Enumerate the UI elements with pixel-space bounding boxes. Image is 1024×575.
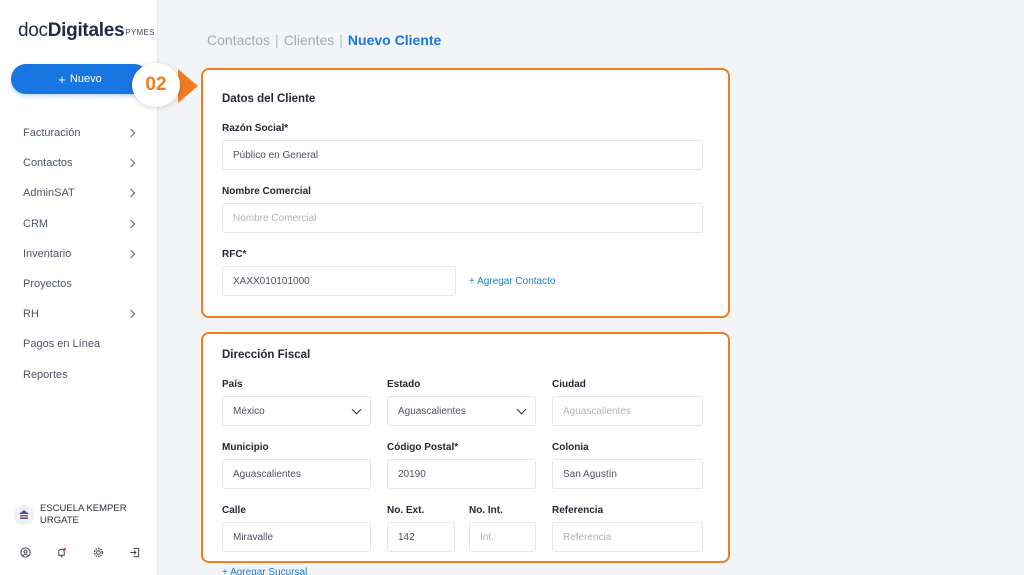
- sidebar-item-reportes[interactable]: Reportes: [0, 360, 158, 390]
- pais-select[interactable]: México: [222, 396, 371, 426]
- razon-social-label: Razón Social*: [222, 123, 289, 134]
- no-ext-input[interactable]: 142: [387, 522, 455, 552]
- add-branch-link[interactable]: + Agregar Sucursal: [222, 567, 307, 575]
- new-button[interactable]: + Nuevo: [11, 64, 149, 94]
- gear-icon[interactable]: [91, 545, 105, 559]
- school-logo-icon: [19, 510, 29, 519]
- bell-icon[interactable]: [55, 545, 69, 559]
- page-title: Nuevo Cliente: [347, 32, 442, 48]
- fiscal-address-title: Dirección Fiscal: [222, 349, 311, 361]
- sidebar-item-adminsat[interactable]: AdminSAT: [0, 178, 158, 208]
- calle-input[interactable]: Miravalle: [222, 522, 371, 552]
- sidebar-item-rh[interactable]: RH: [0, 299, 158, 329]
- colonia-input[interactable]: San Agustín: [552, 459, 703, 489]
- calle-label: Calle: [222, 505, 246, 516]
- no-ext-label: No. Ext.: [387, 505, 425, 516]
- user-profile[interactable]: ESCUELA KEMPER URGATE: [14, 503, 127, 527]
- sidebar-item-contactos[interactable]: Contactos: [0, 148, 158, 178]
- sidebar-item-pagos-en-linea[interactable]: Pagos en Línea: [0, 329, 158, 359]
- avatar: [14, 505, 34, 525]
- fiscal-address-card: Dirección Fiscal País México Estado Agua…: [201, 332, 730, 563]
- user-icon[interactable]: [18, 545, 32, 559]
- codigo-postal-input[interactable]: 20190: [387, 459, 536, 489]
- nombre-comercial-label: Nombre Comercial: [222, 186, 311, 197]
- no-int-input[interactable]: Int.: [469, 522, 536, 552]
- step-badge: 02: [132, 63, 180, 107]
- logout-icon[interactable]: [128, 545, 142, 559]
- step-arrow: [178, 69, 198, 103]
- chevron-right-icon: [126, 249, 136, 259]
- chevron-down-icon: [516, 404, 527, 414]
- add-contact-link[interactable]: + Agregar Contacto: [469, 276, 555, 287]
- sidebar-item-proyectos[interactable]: Proyectos: [0, 269, 158, 299]
- client-data-card: Datos del Cliente Razón Social* Público …: [201, 68, 730, 318]
- breadcrumb-clientes[interactable]: Clientes: [284, 32, 335, 48]
- rfc-label: RFC*: [222, 249, 247, 260]
- referencia-label: Referencia: [552, 505, 604, 516]
- rfc-input[interactable]: XAXX010101000: [222, 266, 456, 296]
- nombre-comercial-input[interactable]: Nombre Comercial: [222, 203, 703, 233]
- razon-social-input[interactable]: Público en General: [222, 140, 703, 170]
- plus-icon: +: [58, 71, 66, 87]
- estado-select[interactable]: Aguascalientes: [387, 396, 536, 426]
- app-logo[interactable]: docDigitalesPYMES: [18, 20, 155, 42]
- breadcrumb-contactos[interactable]: Contactos: [207, 32, 270, 48]
- sidebar-item-crm[interactable]: CRM: [0, 209, 158, 239]
- sidebar-item-facturacion[interactable]: Facturación: [0, 118, 158, 148]
- chevron-right-icon: [126, 128, 136, 138]
- chevron-right-icon: [126, 189, 136, 198]
- chevron-right-icon: [126, 309, 136, 319]
- sidebar-nav: Facturación Contactos AdminSAT CRM Inven…: [0, 118, 158, 390]
- estado-label: Estado: [387, 379, 421, 390]
- ciudad-input[interactable]: Aguascalientes: [552, 396, 703, 426]
- sidebar-item-inventario[interactable]: Inventario: [0, 239, 158, 269]
- no-int-label: No. Int.: [469, 505, 503, 516]
- pais-label: País: [222, 379, 243, 390]
- colonia-label: Colonia: [552, 442, 589, 453]
- ciudad-label: Ciudad: [552, 379, 586, 390]
- new-button-label: Nuevo: [69, 73, 102, 85]
- client-data-title: Datos del Cliente: [222, 93, 316, 105]
- municipio-input[interactable]: Aguascalientes: [222, 459, 371, 489]
- chevron-right-icon: [126, 219, 136, 228]
- chevron-down-icon: [351, 404, 362, 414]
- chevron-right-icon: [126, 159, 136, 168]
- sidebar-footer: [18, 545, 142, 559]
- breadcrumb: Contactos | Clientes | Nuevo Cliente: [207, 32, 442, 48]
- codigo-postal-label: Código Postal*: [387, 442, 459, 453]
- referencia-input[interactable]: Referencia: [552, 522, 703, 552]
- user-name: ESCUELA KEMPER URGATE: [40, 503, 127, 526]
- municipio-label: Municipio: [222, 442, 269, 453]
